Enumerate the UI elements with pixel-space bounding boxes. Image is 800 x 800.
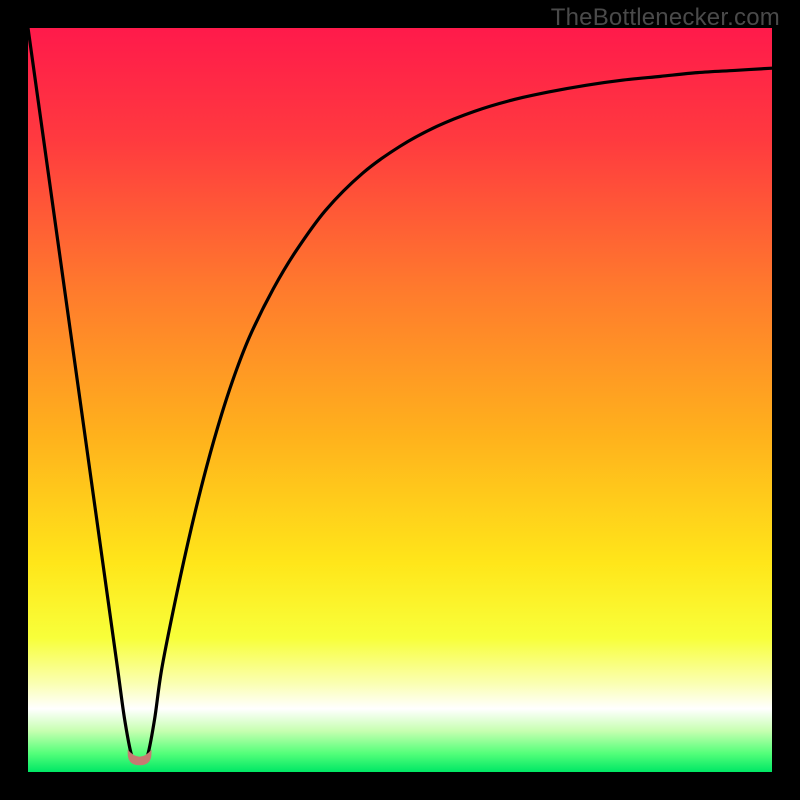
gradient-background: [28, 28, 772, 772]
chart-frame: TheBottlenecker.com: [0, 0, 800, 800]
plot-area: [28, 28, 772, 772]
bottleneck-curve-chart: [28, 28, 772, 772]
